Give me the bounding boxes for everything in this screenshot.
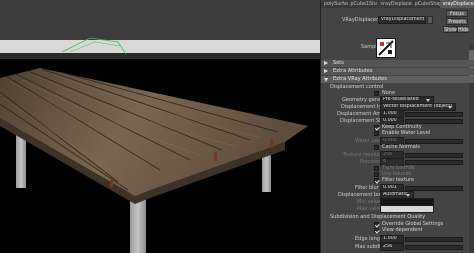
expand-arrow-icon bbox=[324, 78, 328, 82]
tab-pcube1shape1[interactable]: pCube1Shape1 bbox=[348, 0, 378, 8]
displacement-amount-slider[interactable] bbox=[405, 112, 463, 117]
hide-button[interactable]: Hide bbox=[457, 26, 469, 33]
attribute-editor-tabs: polySurface3 pCube1Shape1 vrayDisplaceme… bbox=[321, 0, 474, 8]
max-value-color[interactable] bbox=[380, 205, 434, 213]
section-extra-vray[interactable]: Extra VRay Attributes bbox=[321, 76, 474, 83]
tight-bounds-checkbox[interactable] bbox=[374, 166, 379, 171]
precision-label: Precision bbox=[360, 159, 383, 165]
enable-water-level-label: Enable Water Level bbox=[382, 130, 431, 136]
table-strap bbox=[214, 152, 217, 161]
collapse-arrow-icon bbox=[324, 69, 328, 73]
show-button[interactable]: Show bbox=[443, 26, 457, 33]
node-name-field[interactable]: vrayDisplacement bbox=[378, 16, 426, 24]
filter-blur-label: Filter blur bbox=[355, 185, 379, 191]
max-value-label: Max value bbox=[357, 206, 383, 212]
table-top bbox=[0, 68, 308, 196]
go-to-input-icon[interactable] bbox=[427, 16, 433, 24]
tab-pcubeshape1[interactable]: pCubeShape1 bbox=[412, 0, 440, 8]
displacement-control-header: Displacement control bbox=[330, 84, 384, 90]
enable-water-level-checkbox[interactable] bbox=[374, 131, 379, 136]
tab-vraydisplacement-1[interactable]: vrayDisplacement bbox=[377, 0, 411, 8]
view-dependent-checkbox[interactable] bbox=[374, 228, 379, 233]
sample-swatch[interactable] bbox=[376, 38, 396, 58]
section-sets[interactable]: Sets bbox=[321, 60, 474, 67]
cache-normals-checkbox[interactable] bbox=[374, 145, 379, 150]
presets-button[interactable]: Presets bbox=[446, 18, 468, 25]
texture-resolution-slider[interactable] bbox=[405, 153, 463, 158]
viewport-3d[interactable] bbox=[0, 0, 320, 253]
max-subdivs-field[interactable]: 256 bbox=[380, 243, 404, 251]
cache-normals-label: Cache Normals bbox=[382, 144, 420, 150]
override-global-checkbox[interactable] bbox=[374, 222, 379, 227]
edge-length-field[interactable]: 1.000 bbox=[380, 235, 404, 243]
app-window: polySurface3 pCube1Shape1 vrayDisplaceme… bbox=[0, 0, 474, 253]
table-render bbox=[0, 37, 308, 253]
subdivision-quality-header: Subdivision and Displacement Quality bbox=[330, 214, 426, 220]
tab-vraydisplacement-active[interactable]: vrayDisplacement bbox=[439, 0, 474, 8]
max-subdivs-slider[interactable] bbox=[405, 245, 463, 250]
use-bounds-checkbox[interactable] bbox=[374, 172, 379, 177]
view-dependent-label: View dependent bbox=[382, 227, 423, 233]
min-value-label: Min value bbox=[357, 199, 382, 205]
filter-texture-checkbox[interactable] bbox=[374, 178, 379, 183]
edge-length-slider[interactable] bbox=[405, 237, 463, 242]
tab-polysurface3[interactable]: polySurface3 bbox=[321, 0, 348, 8]
focus-button[interactable]: Focus bbox=[446, 10, 468, 17]
keep-continuity-checkbox[interactable] bbox=[374, 125, 379, 130]
collapse-arrow-icon bbox=[324, 61, 328, 65]
section-extra-attributes[interactable]: Extra Attributes bbox=[321, 68, 474, 75]
filter-texture-label: Filter texture bbox=[382, 177, 415, 183]
sample-swatch-icon bbox=[377, 39, 395, 57]
none-checkbox[interactable] bbox=[374, 91, 379, 96]
